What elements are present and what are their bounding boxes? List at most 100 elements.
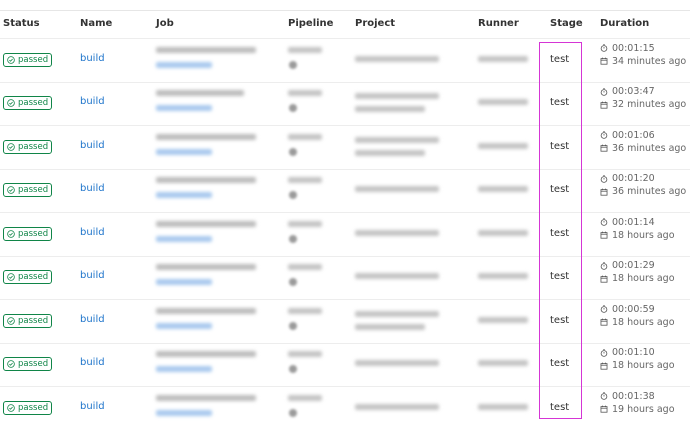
pipeline-status-icon bbox=[289, 365, 297, 374]
duration-value: 00:01:06 bbox=[612, 129, 655, 141]
pipeline-id-redacted[interactable] bbox=[288, 394, 322, 401]
job-id-redacted[interactable] bbox=[156, 105, 212, 112]
project-name-redacted[interactable] bbox=[355, 55, 439, 62]
status-badge[interactable]: passed bbox=[3, 139, 52, 154]
project-name-redacted[interactable] bbox=[355, 310, 439, 317]
job-title-redacted bbox=[156, 90, 244, 97]
pipeline-id-redacted[interactable] bbox=[288, 264, 322, 271]
timer-icon bbox=[600, 44, 608, 53]
project-name-redacted[interactable] bbox=[355, 93, 439, 100]
project-name-redacted[interactable] bbox=[355, 186, 439, 193]
project-name-redacted[interactable] bbox=[355, 229, 439, 236]
duration-value: 00:01:38 bbox=[612, 390, 655, 402]
timer-icon bbox=[600, 218, 608, 227]
calendar-icon bbox=[600, 275, 608, 283]
status-badge[interactable]: passed bbox=[3, 270, 52, 285]
calendar-icon bbox=[600, 188, 608, 196]
calendar-icon bbox=[600, 231, 608, 239]
project-name-redacted[interactable] bbox=[355, 403, 439, 410]
row-separator bbox=[0, 125, 690, 126]
header-pipeline: Pipeline bbox=[288, 18, 334, 29]
timer-icon bbox=[600, 349, 608, 357]
project-name-redacted[interactable] bbox=[355, 136, 439, 143]
stage-column-highlight bbox=[539, 42, 582, 419]
project-name-redacted-line2[interactable] bbox=[355, 323, 425, 330]
project-name-redacted-line2[interactable] bbox=[355, 106, 425, 113]
runner-name-redacted bbox=[478, 316, 528, 323]
runner-name-redacted bbox=[478, 186, 528, 193]
status-badge[interactable]: passed bbox=[3, 96, 52, 111]
job-title-redacted bbox=[156, 133, 256, 140]
job-name-link[interactable]: build bbox=[80, 401, 105, 412]
duration: 00:01:38 bbox=[600, 391, 655, 402]
status-label: passed bbox=[18, 359, 49, 370]
status-badge[interactable]: passed bbox=[3, 226, 52, 241]
check-circle-icon bbox=[7, 229, 15, 238]
check-circle-icon bbox=[7, 316, 15, 325]
pipeline-status-icon bbox=[289, 104, 297, 113]
job-name-link[interactable]: build bbox=[80, 357, 105, 368]
timer-icon bbox=[600, 305, 608, 314]
job-id-redacted[interactable] bbox=[156, 235, 212, 242]
finished-at-value: 18 hours ago bbox=[612, 316, 675, 328]
job-name-link[interactable]: build bbox=[80, 227, 105, 238]
row-separator bbox=[0, 38, 690, 39]
status-badge[interactable]: passed bbox=[3, 183, 52, 198]
job-id-redacted[interactable] bbox=[156, 409, 212, 416]
status-label: passed bbox=[18, 315, 49, 326]
finished-at: 19 hours ago bbox=[600, 404, 675, 415]
duration-value: 00:01:10 bbox=[612, 347, 655, 359]
project-name-redacted[interactable] bbox=[355, 273, 439, 280]
calendar-icon bbox=[600, 144, 608, 152]
pipeline-id-redacted[interactable] bbox=[288, 177, 322, 184]
check-circle-icon bbox=[7, 273, 15, 282]
duration: 00:03:47 bbox=[600, 86, 655, 97]
pipeline-status-icon bbox=[289, 321, 297, 330]
row-separator bbox=[0, 212, 690, 213]
pipeline-id-redacted[interactable] bbox=[288, 90, 322, 97]
pipeline-id-redacted[interactable] bbox=[288, 351, 322, 358]
finished-at-value: 19 hours ago bbox=[612, 403, 675, 415]
job-id-redacted[interactable] bbox=[156, 279, 212, 286]
job-name-link[interactable]: build bbox=[80, 314, 105, 325]
job-id-redacted[interactable] bbox=[156, 192, 212, 199]
check-circle-icon bbox=[7, 186, 15, 195]
status-badge[interactable]: passed bbox=[3, 52, 52, 67]
job-id-redacted[interactable] bbox=[156, 366, 212, 373]
finished-at: 34 minutes ago bbox=[600, 56, 686, 67]
job-name-link[interactable]: build bbox=[80, 183, 105, 194]
status-badge[interactable]: passed bbox=[3, 357, 52, 372]
job-id-redacted[interactable] bbox=[156, 148, 212, 155]
job-title-redacted bbox=[156, 46, 256, 53]
header-duration: Duration bbox=[600, 18, 650, 29]
runner-name-redacted bbox=[478, 99, 528, 106]
row-separator bbox=[0, 342, 690, 344]
job-title-redacted bbox=[156, 220, 256, 227]
finished-at-value: 32 minutes ago bbox=[612, 99, 687, 111]
project-name-redacted[interactable] bbox=[355, 360, 439, 367]
pipeline-status-icon bbox=[289, 278, 297, 287]
pipeline-id-redacted[interactable] bbox=[288, 307, 322, 314]
job-name-link[interactable]: build bbox=[80, 270, 105, 281]
project-name-redacted-line2[interactable] bbox=[355, 149, 425, 156]
job-name-link[interactable]: build bbox=[80, 140, 105, 151]
pipeline-status-icon bbox=[289, 147, 297, 156]
pipeline-id-redacted[interactable] bbox=[288, 220, 322, 227]
job-id-redacted[interactable] bbox=[156, 322, 212, 329]
job-id-redacted[interactable] bbox=[156, 61, 212, 68]
job-name-link[interactable]: build bbox=[80, 96, 105, 107]
duration-value: 00:01:15 bbox=[612, 42, 655, 54]
pipeline-id-redacted[interactable] bbox=[288, 133, 322, 140]
calendar-icon bbox=[600, 57, 608, 65]
status-label: passed bbox=[18, 228, 49, 239]
calendar-icon bbox=[600, 405, 608, 413]
status-badge[interactable]: passed bbox=[3, 313, 52, 328]
duration-value: 00:01:14 bbox=[612, 216, 655, 228]
job-name-link[interactable]: build bbox=[80, 53, 105, 64]
table-top-border bbox=[0, 10, 690, 11]
status-badge[interactable]: passed bbox=[3, 400, 52, 415]
header-job: Job bbox=[156, 18, 174, 29]
pipeline-id-redacted[interactable] bbox=[288, 46, 322, 53]
duration: 00:01:15 bbox=[600, 43, 655, 54]
calendar-icon bbox=[600, 318, 608, 326]
